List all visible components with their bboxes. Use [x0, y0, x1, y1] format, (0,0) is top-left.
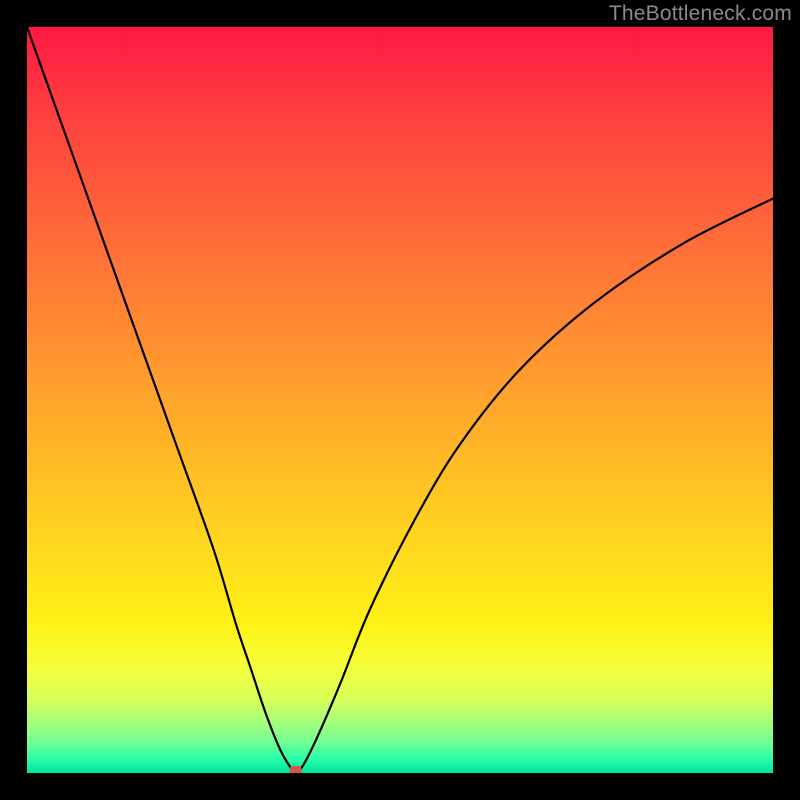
minimum-marker	[290, 766, 302, 773]
curve-svg	[27, 27, 773, 773]
watermark-text: TheBottleneck.com	[609, 2, 792, 26]
chart-frame: TheBottleneck.com	[0, 0, 800, 800]
plot-area	[27, 27, 773, 773]
bottleneck-curve	[27, 27, 773, 773]
